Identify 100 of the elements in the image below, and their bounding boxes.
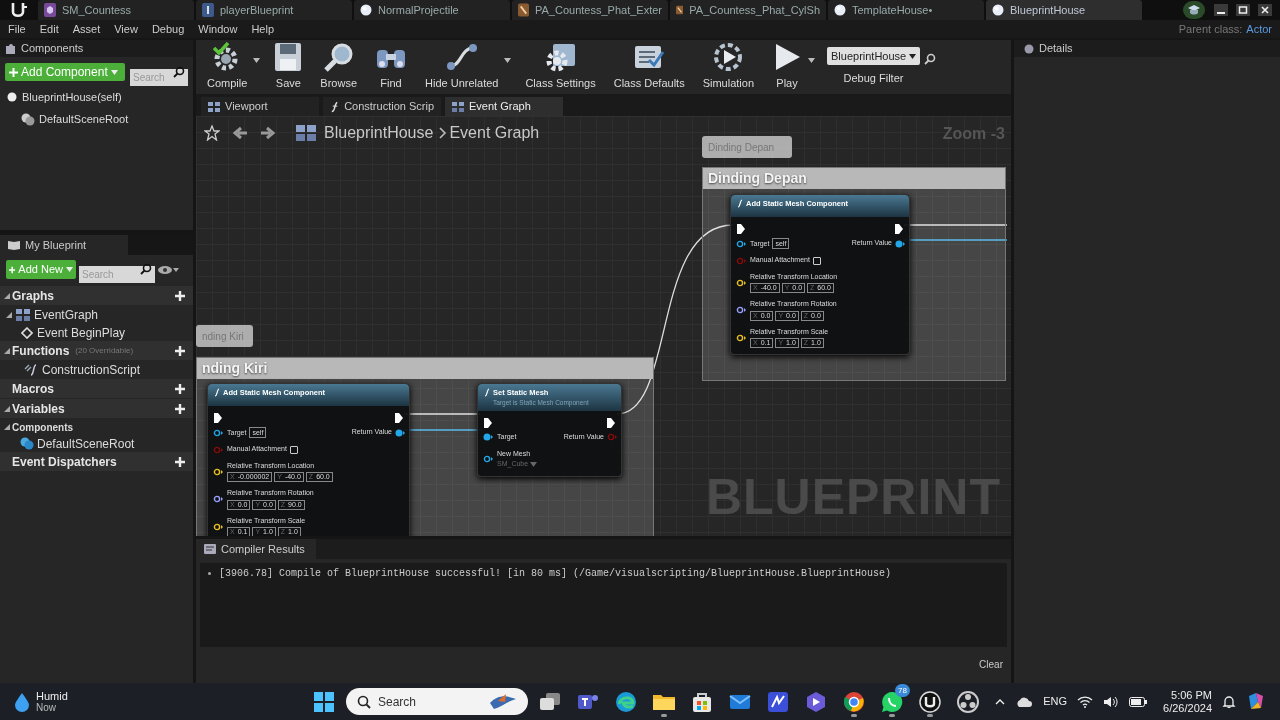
toolbar-button[interactable]: Simulation (696, 42, 760, 92)
add-icon[interactable] (174, 382, 186, 395)
hexagon-icon[interactable] (805, 690, 827, 713)
clock-date[interactable]: 6/26/2024 (1163, 701, 1212, 715)
tree-item[interactable]: DefaultSceneRoot (39, 110, 129, 128)
expand-triangle-icon[interactable] (6, 312, 12, 318)
pin-icon[interactable] (483, 433, 493, 442)
expand-triangle-icon[interactable] (4, 292, 10, 299)
add-icon[interactable] (174, 344, 186, 357)
exec-pin-icon[interactable] (737, 224, 745, 235)
graph-tab[interactable]: Construction Scrip (323, 97, 441, 116)
editor-tab[interactable]: PA_Countess_Phat_Exter (512, 0, 668, 20)
editor-tab[interactable]: BlueprintHouse (986, 0, 1142, 20)
speaker-icon[interactable] (1103, 695, 1120, 708)
parent-class-link[interactable]: Actor (1246, 20, 1272, 38)
expand-triangle-icon[interactable] (4, 424, 10, 430)
breadcrumb-item[interactable]: BlueprintHouse (324, 120, 434, 145)
graph-tab[interactable]: Event Graph (445, 97, 563, 116)
toolbar-button[interactable]: Class Settings (519, 42, 602, 92)
graph-tab[interactable]: Viewport (201, 97, 319, 116)
search-field[interactable]: Search (130, 68, 188, 86)
weather-title[interactable]: Humid (36, 689, 68, 702)
droplet-icon[interactable] (14, 691, 30, 712)
editor-tab[interactable]: NormalProjectile (354, 0, 510, 20)
bell-icon[interactable] (1222, 694, 1236, 709)
pin-icon[interactable] (213, 428, 223, 437)
graph-node[interactable] (207, 383, 410, 536)
add-icon[interactable] (174, 455, 186, 468)
pin-icon[interactable] (213, 467, 223, 476)
menu-item[interactable]: Window (198, 20, 238, 38)
pin-icon[interactable] (736, 333, 746, 342)
menu-item[interactable]: File (8, 20, 26, 38)
maximize-icon[interactable] (1236, 4, 1250, 16)
envelope-icon[interactable] (729, 692, 751, 711)
clear-button[interactable]: Clear (979, 657, 1003, 672)
eye-icon[interactable] (158, 264, 180, 275)
close-icon[interactable] (1258, 4, 1272, 16)
editor-tab[interactable]: PA_Countess_Phat_CylSh (670, 0, 826, 20)
wave-circle-icon[interactable] (615, 690, 637, 713)
expand-triangle-icon[interactable] (4, 347, 10, 354)
search-field[interactable]: Search (79, 266, 155, 283)
u-logo-icon[interactable] (919, 690, 941, 713)
pin-icon[interactable] (736, 239, 746, 248)
add-icon[interactable] (174, 289, 186, 302)
editor-tab[interactable]: playerBlueprint (196, 0, 352, 20)
back-arrow-icon[interactable] (232, 124, 248, 141)
pin-icon[interactable] (213, 495, 223, 503)
pin-icon[interactable] (895, 239, 905, 248)
section-header[interactable]: Functions (12, 341, 70, 360)
menu-item[interactable]: Asset (72, 20, 101, 38)
shopping-bag-icon[interactable] (691, 690, 713, 713)
taskbar-search-field[interactable]: Search (346, 688, 528, 715)
debug-filter-dropdown[interactable]: BlueprintHouse (827, 47, 920, 66)
cloud-icon[interactable] (1015, 696, 1034, 707)
checkbox[interactable] (812, 256, 821, 265)
pin-icon[interactable] (483, 455, 493, 463)
exec-pin-icon[interactable] (895, 224, 903, 235)
tree-item[interactable]: DefaultSceneRoot (37, 434, 135, 453)
checkbox[interactable] (289, 445, 298, 454)
toolbar-button[interactable]: Class Defaults (607, 42, 691, 92)
tree-item[interactable]: ConstructionScript (42, 361, 141, 379)
tree-item[interactable]: BlueprintHouse(self) (22, 88, 122, 106)
add-icon[interactable] (174, 402, 186, 415)
toolbar-button[interactable]: Play (766, 42, 808, 92)
pin-icon[interactable] (213, 522, 223, 531)
ring-icon[interactable] (843, 690, 865, 713)
search-icon[interactable] (924, 53, 936, 65)
pin-icon[interactable] (736, 278, 746, 287)
wifi-icon[interactable] (1077, 695, 1094, 708)
pin-icon[interactable] (395, 428, 405, 437)
exec-pin-icon[interactable] (484, 418, 492, 428)
tree-item[interactable]: EventGraph (34, 306, 99, 324)
colorful-logo-icon[interactable] (1246, 691, 1266, 712)
clock-time[interactable]: 5:06 PM (1171, 688, 1212, 702)
exec-pin-icon[interactable] (214, 413, 222, 424)
tree-item[interactable]: Event BeginPlay (37, 323, 126, 342)
circle-logo-icon[interactable] (957, 690, 979, 713)
toolbar-button[interactable]: Browse (314, 42, 364, 92)
group-header[interactable]: Components (12, 419, 74, 435)
exec-pin-icon[interactable] (607, 418, 615, 428)
breadcrumb-item[interactable]: Event Graph (449, 120, 540, 145)
menu-item[interactable]: Edit (39, 20, 59, 38)
language-indicator[interactable]: ENG (1043, 693, 1068, 710)
menu-item[interactable]: Debug (151, 20, 185, 38)
expand-triangle-icon[interactable] (4, 405, 10, 412)
window-stack-icon[interactable] (539, 691, 561, 712)
star-icon[interactable] (204, 124, 220, 141)
graph-node[interactable] (730, 194, 910, 356)
tile-icon[interactable] (767, 690, 789, 713)
toolbar-button[interactable]: Save (268, 42, 309, 92)
exec-pin-icon[interactable] (395, 413, 403, 424)
editor-tab[interactable]: SM_Countess (38, 0, 194, 20)
toolbar-button[interactable]: Compile (201, 42, 254, 92)
menu-item[interactable]: View (114, 20, 138, 38)
cap-icon[interactable] (1187, 4, 1201, 16)
minimize-icon[interactable] (1214, 4, 1228, 16)
menu-item[interactable]: Help (251, 20, 275, 38)
toolbar-button[interactable]: Hide Unrelated (419, 42, 505, 92)
toolbar-button[interactable]: Find (369, 42, 414, 92)
editor-tab[interactable]: TemplateHouse• (828, 0, 984, 20)
